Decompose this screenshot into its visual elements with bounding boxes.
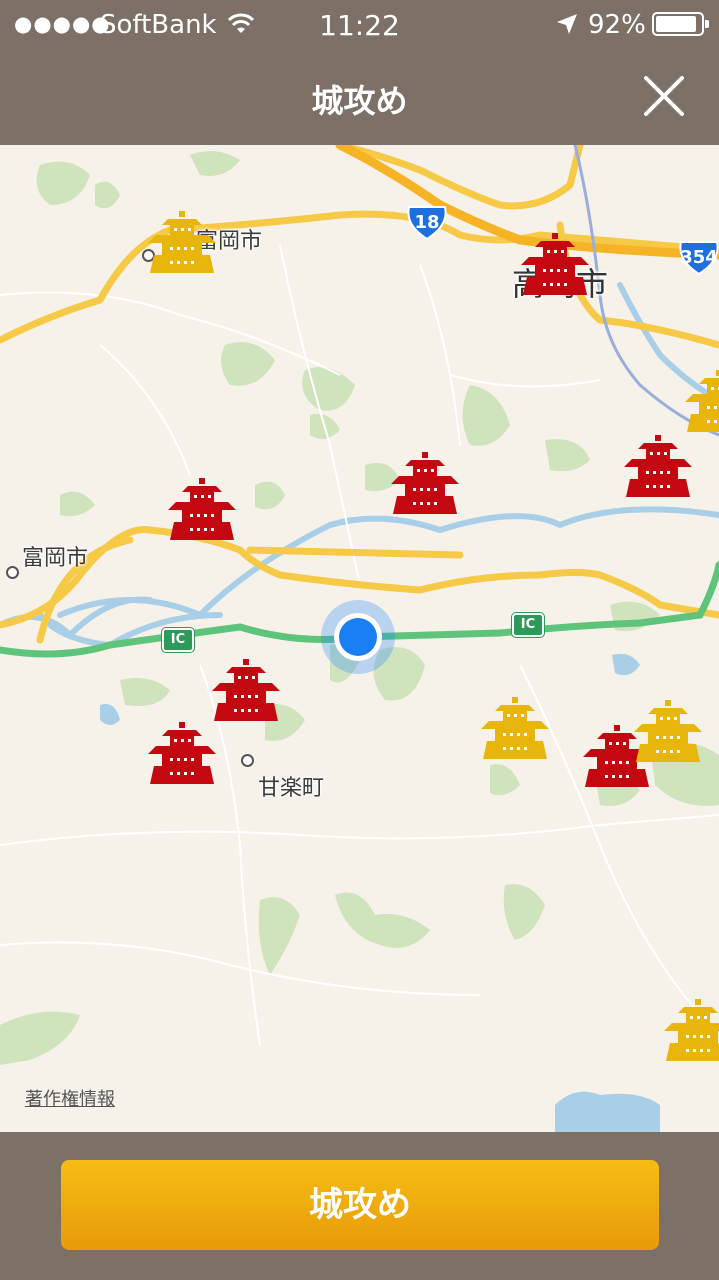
map-label-kanra: 甘楽町	[258, 776, 325, 801]
user-location-dot	[339, 618, 377, 656]
castle-marker[interactable]	[146, 211, 218, 275]
page-title: 城攻め	[311, 82, 408, 120]
castle-marker[interactable]	[662, 999, 719, 1063]
close-button[interactable]	[636, 68, 692, 124]
castle-marker[interactable]	[632, 700, 704, 764]
town-dot	[241, 754, 254, 767]
castle-marker[interactable]	[210, 659, 282, 723]
castle-marker[interactable]	[683, 370, 719, 434]
status-bar: ●●●●● SoftBank 11:22 92%	[0, 0, 719, 48]
battery-nub	[705, 20, 709, 28]
route-number: 18	[414, 212, 440, 233]
battery-icon	[652, 12, 709, 36]
ic-badge: IC	[162, 628, 194, 652]
copyright-link[interactable]: 著作権情報	[25, 1085, 115, 1111]
city-dot	[6, 566, 19, 579]
castle-icon	[634, 700, 702, 762]
castle-icon	[685, 370, 719, 432]
castle-marker[interactable]	[166, 478, 238, 542]
castle-icon	[168, 478, 236, 540]
route-number: 354	[680, 247, 718, 268]
user-location-ring	[334, 613, 382, 661]
castle-marker[interactable]	[519, 233, 591, 297]
location-arrow-icon	[556, 13, 578, 35]
castle-icon	[664, 999, 719, 1061]
castle-icon	[148, 211, 216, 273]
map-label-tomioka: 富岡市	[22, 546, 89, 571]
battery-percent: 92%	[588, 10, 646, 40]
battery-fill	[656, 16, 697, 32]
castle-icon	[521, 233, 589, 295]
user-location-marker	[321, 600, 395, 674]
map-view[interactable]: 富岡市 高崎市 富岡市 甘楽町 18 354 IC IC 著作権情報	[0, 145, 719, 1132]
bottom-bar: 城攻め	[0, 1132, 719, 1280]
castle-attack-button[interactable]: 城攻め	[61, 1160, 659, 1250]
castle-icon	[212, 659, 280, 721]
castle-icon	[624, 435, 692, 497]
navigation-bar: 城攻め	[0, 48, 719, 145]
castle-icon	[148, 722, 216, 784]
route-shield-18: 18	[405, 205, 449, 241]
castle-marker[interactable]	[622, 435, 694, 499]
castle-marker[interactable]	[479, 697, 551, 761]
castle-marker[interactable]	[389, 452, 461, 516]
castle-marker[interactable]	[146, 722, 218, 786]
close-icon	[644, 76, 684, 116]
castle-icon	[391, 452, 459, 514]
ic-badge: IC	[512, 613, 544, 637]
castle-icon	[481, 697, 549, 759]
route-shield-354: 354	[677, 240, 719, 276]
